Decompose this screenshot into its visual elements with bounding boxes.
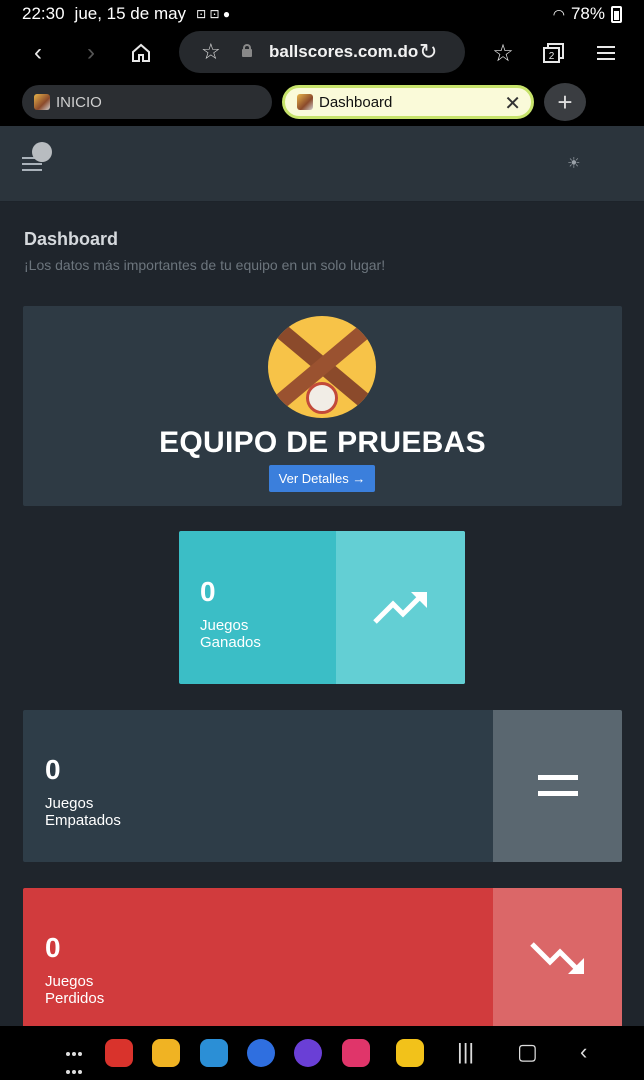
stat-won-value: 0 — [200, 576, 216, 607]
avatar[interactable] — [32, 142, 52, 162]
tab-label: Dashboard — [319, 93, 393, 111]
address-bar[interactable]: ☆ ballscores.com.do ↻ — [179, 31, 465, 73]
stat-tied-label: Juegos Empatados — [45, 795, 121, 829]
status-date: jue, 15 de may — [74, 4, 187, 23]
site-favicon-icon — [34, 94, 50, 110]
back-nav-icon[interactable]: ‹ — [580, 1039, 587, 1065]
lock-icon — [242, 44, 252, 57]
team-name: EQUIPO DE PRUEBAS — [159, 426, 486, 459]
recents-icon[interactable]: ||| — [457, 1039, 474, 1065]
new-tab-button[interactable]: + — [544, 83, 586, 121]
svg-text:2: 2 — [549, 51, 555, 62]
tab-strip: INICIO Dashboard ✕ + — [0, 78, 644, 126]
app-header: ☀ — [0, 126, 644, 202]
page-subtitle: ¡Los datos más importantes de tu equipo … — [24, 257, 386, 273]
stat-card-tied — [23, 710, 622, 862]
url-text[interactable]: ballscores.com.do — [269, 42, 418, 62]
notification-icons: ⊡ ⊡ ● — [196, 7, 231, 21]
favorites-icon[interactable]: ☆ — [487, 38, 519, 68]
view-details-button[interactable]: Ver Detalles → — [269, 465, 375, 492]
stat-lost-value: 0 — [45, 932, 61, 963]
stat-won-label: Juegos Ganados — [200, 617, 261, 651]
tab-inicio[interactable]: INICIO — [22, 85, 272, 119]
app-calendar-icon[interactable] — [200, 1039, 228, 1067]
tab-dashboard[interactable]: Dashboard ✕ — [282, 85, 534, 119]
theme-toggle-icon[interactable]: ☀ — [567, 154, 580, 172]
app-drawer-icon[interactable] — [66, 1045, 86, 1074]
stat-lost-label: Juegos Perdidos — [45, 973, 105, 1007]
app-messages-icon[interactable] — [247, 1039, 275, 1067]
battery-level: 78% — [570, 4, 605, 23]
bookmark-star-icon[interactable]: ☆ — [201, 39, 221, 65]
site-favicon-icon — [297, 94, 313, 110]
equals-icon — [493, 710, 622, 862]
status-bar: 22:30 jue, 15 de may ⊡ ⊡ ● ◠ 78% — [0, 0, 644, 28]
forward-icon[interactable]: › — [75, 38, 107, 68]
page-title: Dashboard — [24, 229, 119, 249]
status-time: 22:30 — [22, 4, 65, 23]
stat-card-won — [179, 531, 465, 684]
home-icon[interactable] — [125, 38, 157, 68]
tab-label: INICIO — [56, 93, 102, 111]
stat-card-lost — [23, 888, 622, 1028]
wifi-icon: ◠ — [552, 5, 565, 22]
app-camera-icon[interactable] — [342, 1039, 370, 1067]
reload-icon[interactable]: ↻ — [419, 39, 437, 65]
app-internet-icon[interactable] — [294, 1039, 322, 1067]
app-files-icon[interactable] — [152, 1039, 180, 1067]
system-nav-bar: ||| ▢ ‹ — [0, 1026, 644, 1080]
tabs-button[interactable]: 2 — [538, 38, 570, 68]
trending-up-icon — [336, 531, 465, 684]
trending-down-icon — [493, 888, 622, 1028]
battery-icon — [611, 5, 622, 23]
back-icon[interactable]: ‹ — [22, 38, 54, 68]
home-nav-icon[interactable]: ▢ — [517, 1039, 538, 1065]
stat-tied-value: 0 — [45, 754, 61, 785]
browser-toolbar: ‹ › ☆ ballscores.com.do ↻ ☆ 2 — [0, 28, 644, 78]
app-notes-icon[interactable] — [105, 1039, 133, 1067]
team-logo — [268, 316, 376, 418]
close-tab-icon[interactable]: ✕ — [504, 91, 521, 116]
menu-icon[interactable] — [590, 38, 622, 68]
app-keep-icon[interactable] — [396, 1039, 424, 1067]
